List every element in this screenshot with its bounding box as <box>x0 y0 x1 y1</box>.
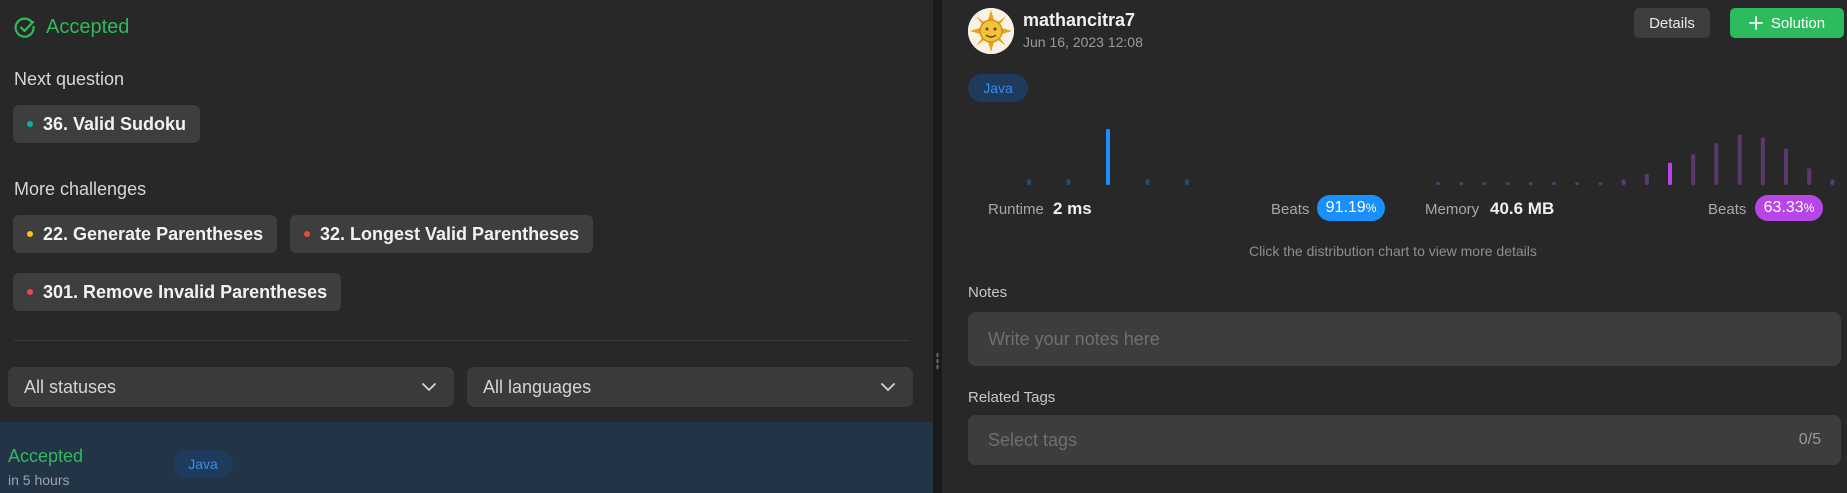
submission-time: in 5 hours <box>8 472 70 488</box>
submission-language-badge: Java <box>173 450 233 478</box>
status-filter-select[interactable]: All statuses <box>8 367 454 407</box>
language-filter-select[interactable]: All languages <box>467 367 913 407</box>
memory-value: 40.6 MB <box>1490 199 1555 218</box>
memory-distribution-bar[interactable] <box>1714 143 1719 185</box>
notes-placeholder: Write your notes here <box>988 328 1160 349</box>
distribution-chart[interactable] <box>0 0 1847 190</box>
percent-sign: % <box>1365 201 1377 215</box>
runtime-beats-label: Beats <box>1271 201 1310 218</box>
runtime-distribution-bar[interactable] <box>1066 179 1071 185</box>
memory-beats-value: 63.33 <box>1763 199 1804 216</box>
runtime-value: 2 ms <box>1053 199 1092 218</box>
memory-distribution-bar[interactable] <box>1459 182 1464 185</box>
memory-distribution-bar[interactable] <box>1760 137 1765 185</box>
memory-distribution-bar[interactable] <box>1691 154 1696 185</box>
tags-count: 0/5 <box>1798 431 1821 448</box>
memory-distribution-bar[interactable] <box>1552 182 1556 185</box>
challenge-chip[interactable]: 301. Remove Invalid Parentheses <box>13 273 342 311</box>
memory-distribution-bar[interactable] <box>1575 182 1580 185</box>
runtime-distribution-bar[interactable] <box>1145 179 1150 185</box>
memory-beats-badge: 63.33% <box>1755 195 1823 221</box>
tags-placeholder: Select tags <box>988 429 1078 450</box>
challenge-title: 32. Longest Valid Parentheses <box>320 223 580 244</box>
tags-select[interactable]: Select tags 0/5 <box>968 415 1841 465</box>
status-filter-value: All statuses <box>24 376 117 397</box>
memory-distribution-bar[interactable] <box>1621 179 1626 185</box>
distribution-hint: Click the distribution chart to view mor… <box>1249 243 1537 259</box>
memory-distribution-bar[interactable] <box>1598 182 1603 185</box>
memory-distribution-bar[interactable] <box>1482 182 1487 185</box>
memory-distribution-bar[interactable] <box>1528 182 1533 185</box>
challenge-title: 301. Remove Invalid Parentheses <box>43 281 328 302</box>
notes-label: Notes <box>968 284 1008 301</box>
runtime-beats-badge: 91.19% <box>1317 195 1385 221</box>
percent-sign: % <box>1803 201 1815 215</box>
runtime-distribution-bar[interactable] <box>1106 129 1110 185</box>
memory-distribution-bar[interactable] <box>1830 179 1835 185</box>
memory-distribution-bar[interactable] <box>1644 173 1649 185</box>
runtime-label: Runtime <box>988 201 1044 218</box>
memory-label: Memory <box>1425 201 1480 218</box>
challenge-chip[interactable]: 32. Longest Valid Parentheses <box>290 215 594 253</box>
memory-beats-label: Beats <box>1708 201 1747 218</box>
notes-input[interactable]: Write your notes here <box>968 312 1841 366</box>
related-tags-label: Related Tags <box>968 389 1056 406</box>
memory-distribution-bar[interactable] <box>1737 134 1742 185</box>
submission-row[interactable]: Accepted in 5 hours Java <box>0 422 933 493</box>
memory-distribution-bar[interactable] <box>1668 162 1672 185</box>
runtime-distribution-bar[interactable] <box>1185 179 1189 185</box>
section-divider <box>14 340 908 341</box>
difficulty-dot <box>27 289 33 295</box>
chevron-down-icon <box>881 383 895 391</box>
language-filter-value: All languages <box>483 376 592 397</box>
memory-distribution-bar[interactable] <box>1807 168 1812 185</box>
drag-handle-icon <box>936 352 939 370</box>
chevron-down-icon <box>422 383 436 391</box>
runtime-beats-value: 91.19 <box>1325 199 1366 216</box>
runtime-distribution-bar[interactable] <box>1027 179 1031 185</box>
memory-distribution-bar[interactable] <box>1436 182 1440 185</box>
difficulty-dot <box>27 231 33 237</box>
submission-status: Accepted <box>8 446 84 466</box>
challenge-chip[interactable]: 22. Generate Parentheses <box>13 215 278 253</box>
memory-distribution-bar[interactable] <box>1784 148 1788 185</box>
difficulty-dot <box>304 231 310 237</box>
challenge-title: 22. Generate Parentheses <box>43 223 264 244</box>
memory-distribution-bar[interactable] <box>1505 182 1510 185</box>
